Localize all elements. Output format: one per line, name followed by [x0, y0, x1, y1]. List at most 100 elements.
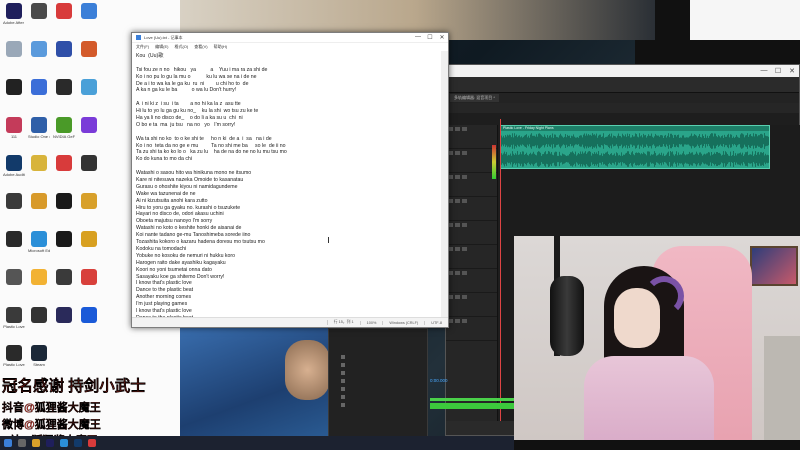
encoding: UTF-8: [424, 320, 448, 325]
minimize-icon[interactable]: —: [757, 67, 771, 75]
desktop-icon[interactable]: [53, 269, 75, 286]
app-icon: [6, 269, 22, 285]
panel-row[interactable]: [329, 369, 427, 377]
desktop-icon[interactable]: [53, 3, 75, 20]
desktop-icon[interactable]: NVIDIA GeForce: [53, 117, 75, 139]
panel-row[interactable]: [329, 401, 427, 409]
app-icon: [81, 155, 97, 171]
taskbar-app-icon[interactable]: [60, 439, 68, 447]
desktop-icon[interactable]: [3, 193, 25, 210]
app-icon: [81, 79, 97, 95]
track-header[interactable]: [446, 197, 497, 221]
desktop-icon[interactable]: [28, 79, 50, 96]
maximize-icon[interactable]: ☐: [771, 67, 785, 75]
playhead[interactable]: [500, 119, 501, 425]
taskbar-app-icon[interactable]: [88, 439, 96, 447]
desktop-icon[interactable]: [3, 41, 25, 58]
desktop-icon[interactable]: Microsoft Edge: [28, 231, 50, 253]
track-header[interactable]: [446, 245, 497, 269]
line-ending: Windows (CRLF): [382, 320, 424, 325]
app-icon: [31, 79, 47, 95]
app-icon: [6, 231, 22, 247]
track-header[interactable]: [446, 125, 497, 149]
app-icon: [56, 41, 72, 57]
desktop-icon[interactable]: [53, 155, 75, 172]
desktop-icon[interactable]: Studio One 4 64-bit: [28, 117, 50, 139]
menu-item[interactable]: 查看(V): [194, 44, 207, 50]
desktop-icon[interactable]: Steam: [28, 345, 50, 367]
zoom-level: 100%: [359, 320, 383, 325]
track-header[interactable]: [446, 293, 497, 317]
taskbar-app-icon[interactable]: [74, 439, 82, 447]
desktop-icon[interactable]: [78, 307, 100, 324]
search-icon[interactable]: [18, 439, 26, 447]
close-icon[interactable]: ✕: [436, 34, 448, 41]
desktop-icon[interactable]: [28, 307, 50, 324]
text-line: I'm just playing games: [136, 301, 188, 308]
desktop-icon[interactable]: [53, 193, 75, 210]
desktop-icon[interactable]: 111: [3, 117, 25, 139]
desktop-icon[interactable]: [3, 269, 25, 286]
douyin-handle: 抖音@狐狸酱大魔王: [2, 402, 101, 414]
desktop-icon[interactable]: [28, 41, 50, 58]
minimize-icon[interactable]: —: [412, 34, 424, 41]
text-line: Watashi no koto o keshite honki de aisan…: [136, 225, 242, 232]
desktop-icon[interactable]: [78, 155, 100, 172]
taskbar-app-icon[interactable]: [46, 439, 54, 447]
audio-clip[interactable]: Plastic Love - Friday Night Plans: [500, 125, 770, 169]
track-header[interactable]: [446, 173, 497, 197]
tab-multitrack[interactable]: 多轨编辑器: 混音项目 *: [450, 94, 499, 102]
desktop-icon[interactable]: Plastic Love: [3, 307, 25, 329]
taskbar-app-icon[interactable]: [32, 439, 40, 447]
panel-row[interactable]: [329, 385, 427, 393]
cursor-position: 行 15，列 1: [326, 320, 360, 325]
desktop-icon[interactable]: [53, 41, 75, 58]
desktop-icon[interactable]: [78, 3, 100, 20]
text-line: Tsi fou ze n no hikou ya a Yuu i ma ra z…: [136, 66, 268, 73]
notepad-text-area[interactable]: Kou (Uu)歌 Tsi fou ze n no hikou ya a Yuu …: [132, 51, 438, 317]
editor-tabs: 多轨编辑器: 混音项目 *: [446, 93, 799, 103]
desktop-icon[interactable]: [78, 79, 100, 96]
desktop-icon[interactable]: [28, 155, 50, 172]
menu-item[interactable]: 文件(F): [136, 44, 149, 50]
menu-item[interactable]: 帮助(H): [214, 44, 228, 50]
text-line: Kodoku na tomodachi: [136, 245, 187, 252]
desktop-icon[interactable]: [3, 231, 25, 248]
desktop-icon[interactable]: [28, 269, 50, 286]
audio-editor-toolbar: [446, 77, 799, 93]
desktop-icon[interactable]: [53, 307, 75, 324]
close-icon[interactable]: ✕: [785, 67, 799, 75]
track-header[interactable]: [446, 149, 497, 173]
menu-item[interactable]: 编辑(E): [155, 44, 168, 50]
track-header[interactable]: [446, 221, 497, 245]
panel-row[interactable]: [329, 377, 427, 385]
app-icon: [6, 155, 22, 171]
start-icon[interactable]: [4, 439, 12, 447]
desktop-icon[interactable]: Adobe Audition 2020: [3, 155, 25, 177]
text-line: Ta zu shi ta ko ko lo o ka zu lu ha de n…: [136, 149, 287, 156]
track-header[interactable]: [446, 269, 497, 293]
desktop-icon[interactable]: [28, 3, 50, 20]
notepad-statusbar: 行 15，列 1 100% Windows (CRLF) UTF-8: [132, 317, 448, 327]
maximize-icon[interactable]: ☐: [424, 34, 436, 41]
desktop-icon[interactable]: [53, 231, 75, 248]
menu-item[interactable]: 格式(O): [174, 44, 188, 50]
desktop-icon[interactable]: [3, 79, 25, 96]
desktop-icon[interactable]: [78, 117, 100, 134]
desktop-icon[interactable]: [78, 193, 100, 210]
panel-row[interactable]: [329, 393, 427, 401]
text-line: Dance to the plastic beat: [136, 287, 194, 294]
desktop-icon[interactable]: [78, 231, 100, 248]
notepad-scrollbar[interactable]: [441, 51, 448, 317]
desktop-icon[interactable]: [78, 41, 100, 58]
app-icon: [81, 41, 97, 57]
desktop-icon[interactable]: [78, 269, 100, 286]
desktop-icon[interactable]: [53, 79, 75, 96]
desktop-icon[interactable]: [28, 193, 50, 210]
desktop-icon-label: Adobe Audition 2020: [3, 172, 25, 177]
panel-row[interactable]: [329, 361, 427, 369]
track-header[interactable]: [446, 317, 497, 341]
desktop-icon[interactable]: Adobe After Effects 2020: [3, 3, 25, 25]
panel-row[interactable]: [329, 353, 427, 361]
desktop-icon[interactable]: Plastic Love: [3, 345, 25, 367]
